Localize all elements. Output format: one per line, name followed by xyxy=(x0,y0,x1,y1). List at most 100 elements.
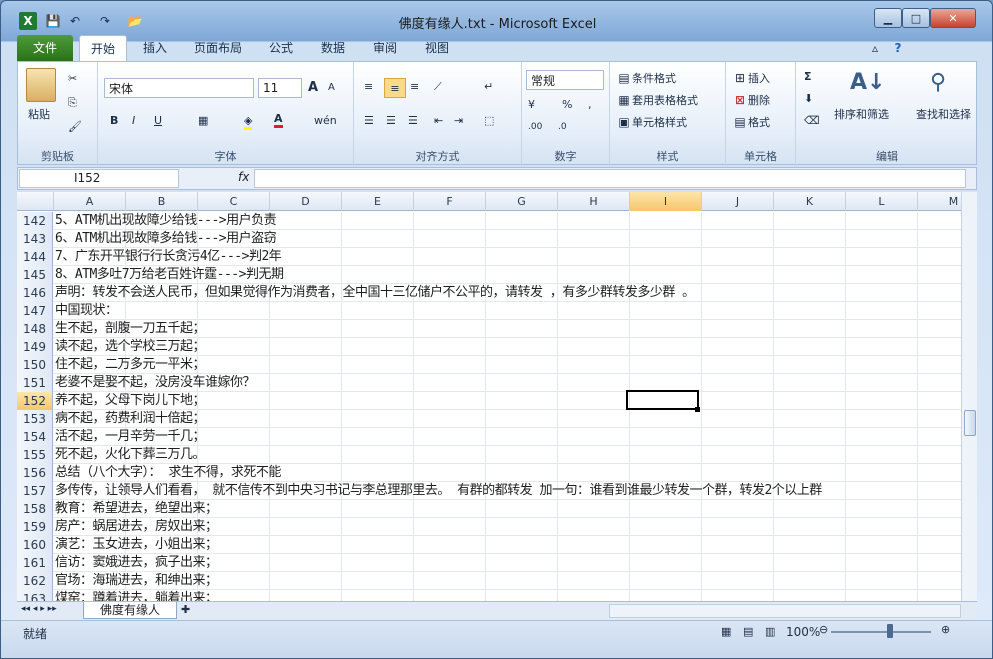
decrease-indent-icon[interactable]: ⇤ xyxy=(434,114,443,127)
phonetic-button[interactable]: wén xyxy=(314,114,337,127)
row-header[interactable]: 156 xyxy=(17,464,53,482)
maximize-button[interactable]: □ xyxy=(902,8,930,28)
align-center-icon[interactable]: ☰ xyxy=(386,114,396,127)
cell-text[interactable]: 死不起，火化下葬三万几。 xyxy=(55,446,206,464)
tab-insert[interactable]: 插入 xyxy=(135,35,175,61)
number-format-select[interactable]: 常规 xyxy=(526,70,604,90)
worksheet-grid[interactable]: ABCDEFGHIJKLM 142 5、ATM机出现故障少给钱--->用户负责 14… xyxy=(17,192,961,601)
align-top-icon[interactable]: ≡ xyxy=(364,80,373,93)
cell-text[interactable]: 生不起，剖腹一刀五千起； xyxy=(55,320,206,338)
grow-font-button[interactable]: A xyxy=(308,80,318,95)
clear-icon[interactable]: ⌫ xyxy=(804,114,820,127)
column-header-f[interactable]: F xyxy=(414,192,486,211)
column-header-d[interactable]: D xyxy=(270,192,342,211)
merge-center-icon[interactable]: ⬚ xyxy=(484,114,494,127)
format-cells-button[interactable]: ▤ 格式 xyxy=(732,114,770,130)
wrap-text-icon[interactable]: ↵ xyxy=(484,80,493,93)
row-header[interactable]: 145 xyxy=(17,266,53,284)
cell-styles-button[interactable]: ▣ 单元格样式 xyxy=(616,114,687,130)
column-header-l[interactable]: L xyxy=(846,192,918,211)
sort-filter-button[interactable]: 排序和筛选 xyxy=(834,106,889,122)
shrink-font-button[interactable]: A xyxy=(328,82,335,93)
delete-cells-button[interactable]: ⊠ 删除 xyxy=(732,92,770,108)
cell-text[interactable]: 病不起，药费利润十倍起； xyxy=(55,410,206,428)
cell-text[interactable]: 读不起，选个学校三万起； xyxy=(55,338,206,356)
row-header[interactable]: 142 xyxy=(17,212,53,230)
zoom-slider[interactable] xyxy=(831,631,931,633)
row-header[interactable]: 159 xyxy=(17,518,53,536)
align-left-icon[interactable]: ☰ xyxy=(364,114,374,127)
sheet-tab[interactable]: 佛度有缘人 xyxy=(83,602,177,619)
tab-formulas[interactable]: 公式 xyxy=(261,35,301,61)
cell-text[interactable]: 养不起，父母下岗儿下地； xyxy=(55,392,206,410)
font-name-select[interactable]: 宋体 xyxy=(104,78,254,98)
row-header[interactable]: 160 xyxy=(17,536,53,554)
insert-cells-button[interactable]: ⊞ 插入 xyxy=(732,70,770,86)
cell-text[interactable]: 演艺：玉女进去，小姐出来； xyxy=(55,536,218,554)
paste-button[interactable]: 粘贴 xyxy=(28,106,50,122)
decrease-decimal-button[interactable]: .0 xyxy=(558,122,567,132)
ribbon-collapse-icon[interactable]: ▵ xyxy=(867,35,883,61)
align-bottom-icon[interactable]: ≡ xyxy=(410,80,419,93)
column-header-g[interactable]: G xyxy=(486,192,558,211)
page-layout-view-icon[interactable]: ▤ xyxy=(743,625,753,638)
column-header-j[interactable]: J xyxy=(702,192,774,211)
row-header[interactable]: 163 xyxy=(17,590,53,601)
row-header[interactable]: 152 xyxy=(17,392,53,410)
cell-text[interactable]: 多传传，让领导人们看看， 就不信传不到中央习书记与李总理那里去。 有群的都转发 … xyxy=(55,482,822,500)
comma-button[interactable]: , xyxy=(588,98,592,111)
name-box[interactable]: I152 xyxy=(19,169,179,188)
font-color-button[interactable]: A xyxy=(274,112,283,128)
row-header[interactable]: 161 xyxy=(17,554,53,572)
row-header[interactable]: 153 xyxy=(17,410,53,428)
align-right-icon[interactable]: ☰ xyxy=(408,114,418,127)
vertical-scrollbar[interactable] xyxy=(961,192,977,601)
row-header[interactable]: 158 xyxy=(17,500,53,518)
tab-home[interactable]: 开始 xyxy=(79,35,127,61)
cell-text[interactable]: 住不起，二万多元一平米； xyxy=(55,356,206,374)
fill-icon[interactable]: ⬇ xyxy=(804,92,813,105)
row-header[interactable]: 147 xyxy=(17,302,53,320)
format-painter-icon[interactable]: 🖌 xyxy=(68,120,82,133)
cell-text[interactable]: 信访：窦娥进去，疯子出来； xyxy=(55,554,218,572)
underline-button[interactable]: U xyxy=(154,114,162,127)
row-header[interactable]: 146 xyxy=(17,284,53,302)
conditional-format-button[interactable]: ▤ 条件格式 xyxy=(616,70,676,86)
orientation-icon[interactable]: ⟋ xyxy=(434,80,442,94)
row-header[interactable]: 149 xyxy=(17,338,53,356)
page-break-view-icon[interactable]: ▥ xyxy=(765,625,775,638)
format-as-table-button[interactable]: ▦ 套用表格格式 xyxy=(616,92,698,108)
cell-text[interactable]: 5、ATM机出现故障少给钱--->用户负责 xyxy=(55,212,277,230)
cell-text[interactable]: 6、ATM机出现故障多给钱--->用户盗窃 xyxy=(55,230,277,248)
minimize-button[interactable]: ▁ xyxy=(874,8,902,28)
cell-text[interactable]: 中国现状： xyxy=(55,302,118,320)
row-header[interactable]: 151 xyxy=(17,374,53,392)
row-header[interactable]: 157 xyxy=(17,482,53,500)
currency-icon[interactable]: ¥ xyxy=(528,98,535,111)
font-size-select[interactable]: 11 xyxy=(258,78,302,98)
copy-icon[interactable]: ⎘ xyxy=(68,96,77,110)
cell-text[interactable]: 房产：蜗居进去，房奴出来； xyxy=(55,518,218,536)
fill-color-icon[interactable]: ◈ xyxy=(244,114,253,130)
autosum-button[interactable]: Σ xyxy=(804,70,812,83)
row-header[interactable]: 154 xyxy=(17,428,53,446)
find-select-button[interactable]: 查找和选择 xyxy=(916,106,971,122)
increase-indent-icon[interactable]: ⇥ xyxy=(454,114,463,127)
column-header-h[interactable]: H xyxy=(558,192,630,211)
tab-file[interactable]: 文件 xyxy=(17,35,73,61)
cell-text[interactable]: 8、ATM多吐7万给老百姓许霆--->判无期 xyxy=(55,266,284,284)
italic-button[interactable]: I xyxy=(132,114,135,127)
border-icon[interactable]: ▦ xyxy=(198,114,208,127)
row-header[interactable]: 144 xyxy=(17,248,53,266)
column-header-i[interactable]: I xyxy=(630,192,702,211)
tab-data[interactable]: 数据 xyxy=(313,35,353,61)
horizontal-scrollbar[interactable] xyxy=(609,604,961,618)
bold-button[interactable]: B xyxy=(110,114,118,127)
binoculars-icon[interactable]: ⚲ xyxy=(930,70,946,95)
cut-icon[interactable]: ✂ xyxy=(68,72,77,85)
cell-text[interactable]: 老婆不是娶不起，没房没车谁嫁你？ xyxy=(55,374,256,392)
cell-text[interactable]: 声明：转发不会送人民币，但如果觉得作为消费者，全中国十三亿储户不公平的，请转发 … xyxy=(55,284,695,302)
row-header[interactable]: 155 xyxy=(17,446,53,464)
column-header-k[interactable]: K xyxy=(774,192,846,211)
paste-icon[interactable] xyxy=(26,68,56,102)
